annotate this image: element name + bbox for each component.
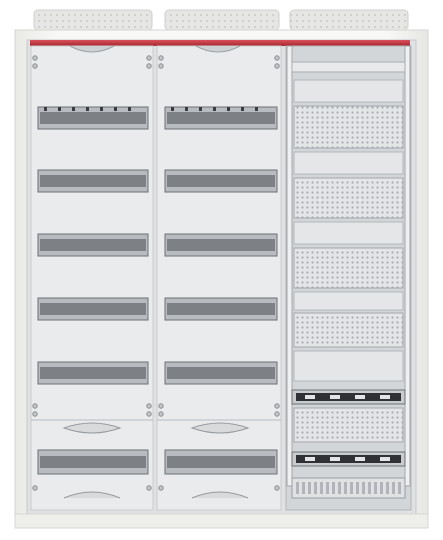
top-vents — [33, 9, 409, 31]
perforated-panel — [293, 312, 404, 348]
din-rail-row — [164, 449, 278, 475]
blank-panel — [293, 151, 404, 175]
red-accent-strip — [30, 40, 410, 46]
right-rail-right — [404, 45, 411, 487]
bottom-terminal-strip — [291, 477, 406, 499]
perforated-panel — [293, 407, 404, 443]
middle-column — [156, 45, 282, 511]
enclosure-bottom-lip — [14, 513, 429, 529]
din-rail-row — [164, 233, 278, 257]
din-rail-row — [164, 361, 278, 385]
blank-panel — [293, 221, 404, 245]
right-column — [285, 45, 412, 511]
terminal-rail — [291, 389, 406, 405]
din-rail-row — [37, 449, 149, 475]
perforated-panel — [293, 247, 404, 289]
vent-right — [289, 9, 409, 31]
din-rail-row — [37, 361, 149, 385]
perforated-panel — [293, 177, 404, 219]
blank-panel — [293, 291, 404, 311]
left-column — [30, 45, 154, 511]
din-rail-row — [164, 297, 278, 321]
right-rail-left — [286, 45, 293, 487]
din-rail-row — [164, 169, 278, 193]
blank-panel — [293, 350, 404, 382]
vent-middle — [164, 9, 280, 31]
din-rail-row — [37, 106, 149, 130]
din-rail-row — [37, 297, 149, 321]
din-rail-row — [164, 106, 278, 130]
din-rail-row — [37, 169, 149, 193]
perforated-panel — [293, 105, 404, 149]
distribution-board — [14, 9, 429, 529]
terminal-rail — [291, 451, 406, 467]
blank-panel — [293, 79, 404, 103]
vent-left — [33, 9, 153, 31]
enclosure-photo — [0, 0, 443, 540]
din-rail-row — [37, 233, 149, 257]
